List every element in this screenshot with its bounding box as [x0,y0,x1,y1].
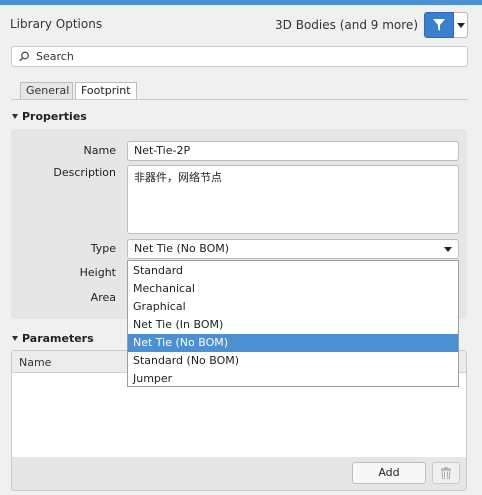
filter-icon [433,19,445,31]
parameters-section-header[interactable]: Parameters [12,332,94,345]
properties-section-header[interactable]: Properties [12,110,87,123]
height-label: Height [79,266,116,279]
type-label: Type [90,242,116,255]
collapse-icon [12,336,18,341]
type-dropdown-list: Standard Mechanical Graphical Net Tie (I… [127,260,459,387]
panel-title: Library Options [10,17,103,31]
search-input[interactable] [36,48,456,65]
dropdown-option-standard-no-bom[interactable]: Standard (No BOM) [128,352,458,370]
tab-general[interactable]: General [20,82,73,99]
name-label: Name [83,144,116,157]
filter-label: 3D Bodies (and 9 more) [275,18,418,32]
collapse-icon [12,114,18,119]
search-icon [19,51,29,62]
tab-footprint[interactable]: Footprint [75,82,137,99]
dropdown-option-net-tie-no-bom[interactable]: Net Tie (No BOM) [128,334,458,352]
add-button[interactable]: Add [352,462,426,484]
column-header-name[interactable]: Name [19,356,51,369]
search-box[interactable] [11,46,468,67]
name-field[interactable]: Net-Tie-2P [127,141,459,161]
properties-section-label: Properties [22,110,87,123]
chevron-down-icon [444,247,452,252]
filter-dropdown-button[interactable] [454,12,468,38]
chevron-down-icon [457,23,465,28]
filter-button[interactable] [424,12,454,38]
parameters-footer: Add [12,457,466,490]
delete-button[interactable] [432,462,460,484]
description-label: Description [53,166,116,179]
dropdown-option-graphical[interactable]: Graphical [128,298,458,316]
description-field[interactable]: 非器件，网络节点 [127,165,459,234]
type-select[interactable]: Net Tie (No BOM) [127,239,459,259]
trash-icon [441,467,451,479]
dropdown-option-jumper[interactable]: Jumper [128,370,458,388]
panel-top-accent-bar [0,0,482,5]
dropdown-option-net-tie-in-bom[interactable]: Net Tie (In BOM) [128,316,458,334]
type-select-value: Net Tie (No BOM) [134,242,230,255]
dropdown-option-mechanical[interactable]: Mechanical [128,280,458,298]
parameters-section-label: Parameters [22,332,94,345]
tab-divider [11,99,468,100]
area-label: Area [90,291,116,304]
dropdown-option-standard[interactable]: Standard [128,262,458,280]
